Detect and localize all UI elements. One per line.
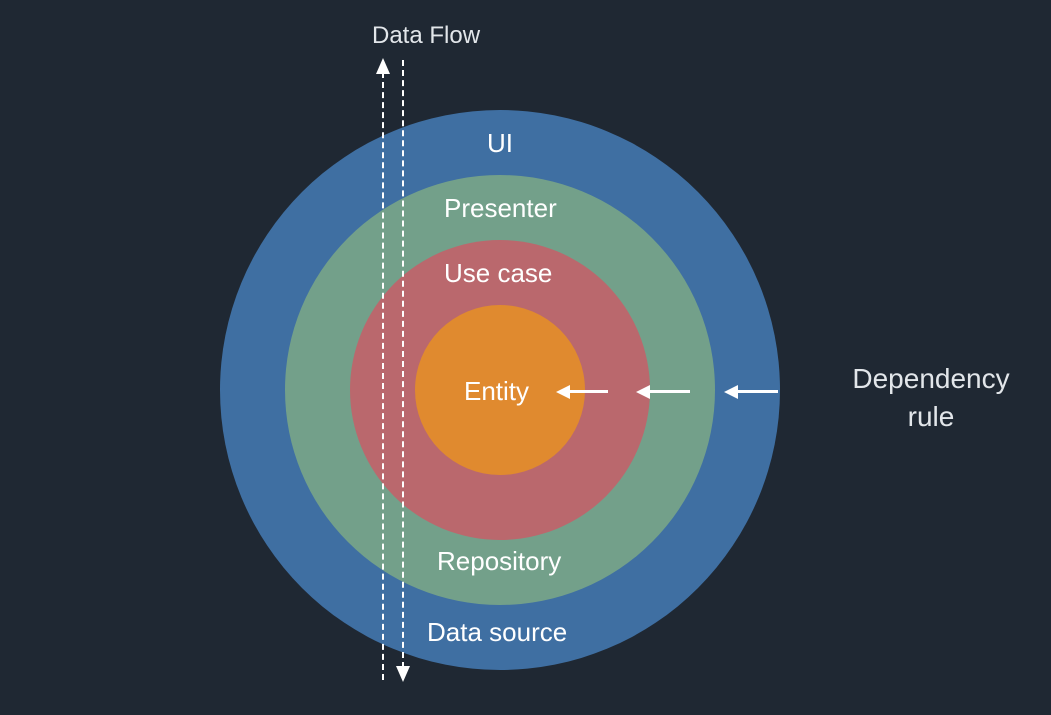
- layer-datasource-label: Data source: [427, 617, 567, 648]
- architecture-diagram: UI Presenter Use case Entity Repository …: [0, 0, 1051, 715]
- data-flow-arrow-down-line: [402, 60, 404, 668]
- layer-ui-label: UI: [487, 128, 513, 159]
- dependency-rule-line1: Dependency: [852, 363, 1009, 394]
- dependency-arrow-2-icon: [648, 390, 690, 393]
- layer-usecase-label: Use case: [444, 258, 552, 289]
- dependency-arrow-3-icon: [736, 390, 778, 393]
- layer-entity-label: Entity: [464, 376, 529, 407]
- data-flow-title: Data Flow: [372, 22, 480, 50]
- arrow-down-icon: [396, 666, 410, 682]
- data-flow-arrow-up-line: [382, 72, 384, 680]
- dependency-arrow-1-icon: [568, 390, 608, 393]
- layer-repository-label: Repository: [437, 546, 561, 577]
- arrow-up-icon: [376, 58, 390, 74]
- dependency-rule-line2: rule: [908, 401, 955, 432]
- layer-presenter-label: Presenter: [444, 193, 557, 224]
- dependency-rule-label: Dependency rule: [836, 360, 1026, 436]
